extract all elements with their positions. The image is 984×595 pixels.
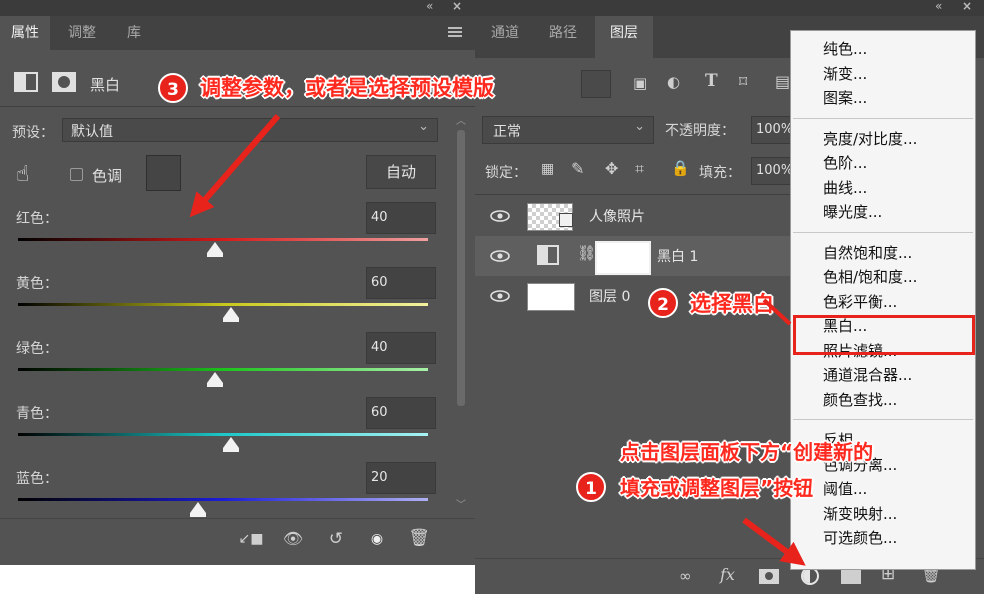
arrow-to-menu-item bbox=[762, 298, 792, 326]
arrow-to-red-slider bbox=[189, 114, 281, 218]
annotation-arrows bbox=[189, 114, 806, 566]
arrow-to-adjustment-button bbox=[742, 517, 806, 566]
